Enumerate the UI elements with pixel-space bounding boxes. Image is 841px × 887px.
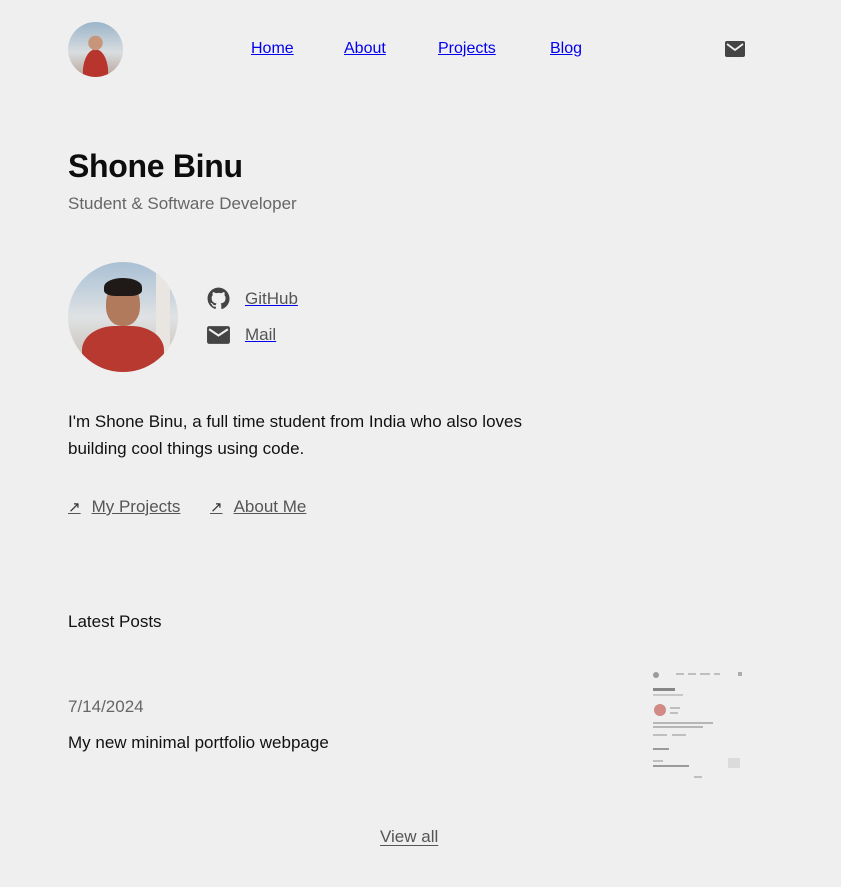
subtitle: Student & Software Developer	[68, 194, 297, 213]
post-thumbnail[interactable]	[650, 668, 746, 782]
nav-blog[interactable]: Blog	[550, 40, 582, 58]
mail-link[interactable]: Mail	[206, 322, 276, 347]
nav-projects[interactable]: Projects	[438, 40, 496, 58]
mail-icon	[207, 326, 230, 344]
about-me-label: About Me	[233, 497, 307, 516]
view-all-link[interactable]: View all	[380, 827, 438, 847]
bio-text: I'm Shone Binu, a full time student from…	[68, 412, 522, 458]
page-title: Shone Binu	[68, 148, 243, 184]
post-date: 7/14/2024	[68, 697, 144, 716]
nav-home[interactable]: Home	[251, 40, 294, 58]
github-icon	[207, 287, 230, 310]
section-heading: Latest Posts	[68, 612, 162, 631]
arrow-up-right-icon: ↗	[68, 499, 81, 516]
my-projects-label: My Projects	[91, 497, 181, 516]
mail-icon[interactable]	[725, 41, 745, 57]
profile-photo	[68, 262, 178, 372]
nav-about[interactable]: About	[344, 40, 386, 58]
post-title-link[interactable]: My new minimal portfolio webpage	[68, 733, 329, 753]
header-avatar[interactable]	[68, 22, 123, 77]
arrow-up-right-icon: ↗	[210, 499, 223, 516]
github-label: GitHub	[245, 288, 298, 308]
mail-label: Mail	[245, 324, 277, 344]
github-link[interactable]: GitHub	[206, 286, 298, 311]
about-me-link[interactable]: ↗ About Me	[210, 497, 306, 517]
my-projects-link[interactable]: ↗ My Projects	[68, 497, 180, 517]
